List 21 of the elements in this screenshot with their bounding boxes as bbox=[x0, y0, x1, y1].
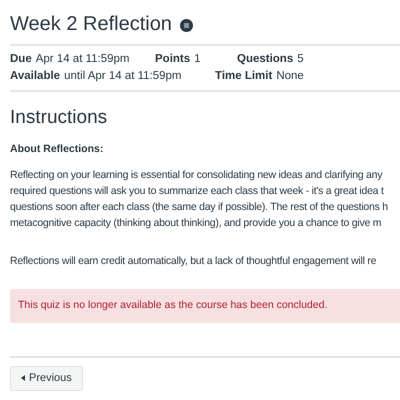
section-heading: Instructions bbox=[10, 106, 108, 130]
detail-label: Time Limit bbox=[215, 69, 272, 84]
detail-value: 1 bbox=[194, 52, 201, 67]
detail-label: Questions bbox=[237, 52, 294, 67]
page-title: Week 2 Reflection bbox=[10, 12, 172, 36]
paragraph-line: questions soon after each class (the same day if possible). The rest of the questions h bbox=[10, 200, 389, 215]
previous-button[interactable]: Previous bbox=[10, 366, 83, 390]
paragraph-line: required questions will ask you to summarize each class that week - it's a great idea t bbox=[10, 184, 385, 199]
detail-label: Due bbox=[10, 52, 32, 67]
paragraph-line: metacognitive capacity (thinking about thinking), and provide you a chance to give m bbox=[10, 216, 382, 231]
paragraph-line: Reflecting on your learning is essential for consolidating new ideas and clarifying any bbox=[10, 168, 384, 183]
detail-label: Available bbox=[10, 69, 60, 84]
alert-banner: This quiz is no longer available as the course has been concluded. bbox=[10, 288, 400, 322]
caret-left-icon bbox=[21, 375, 25, 381]
detail-value: until Apr 14 at 11:59pm bbox=[64, 69, 182, 84]
detail-value: 5 bbox=[297, 52, 304, 67]
subheading: About Reflections: bbox=[10, 142, 104, 157]
paragraph-text: Reflections will earn credit automatically, but a lack of thoughtful engagement will re bbox=[10, 254, 378, 269]
detail-value: Apr 14 at 11:59pm bbox=[36, 52, 130, 67]
detail-value: None bbox=[276, 69, 304, 84]
detail-label: Points bbox=[155, 52, 190, 67]
